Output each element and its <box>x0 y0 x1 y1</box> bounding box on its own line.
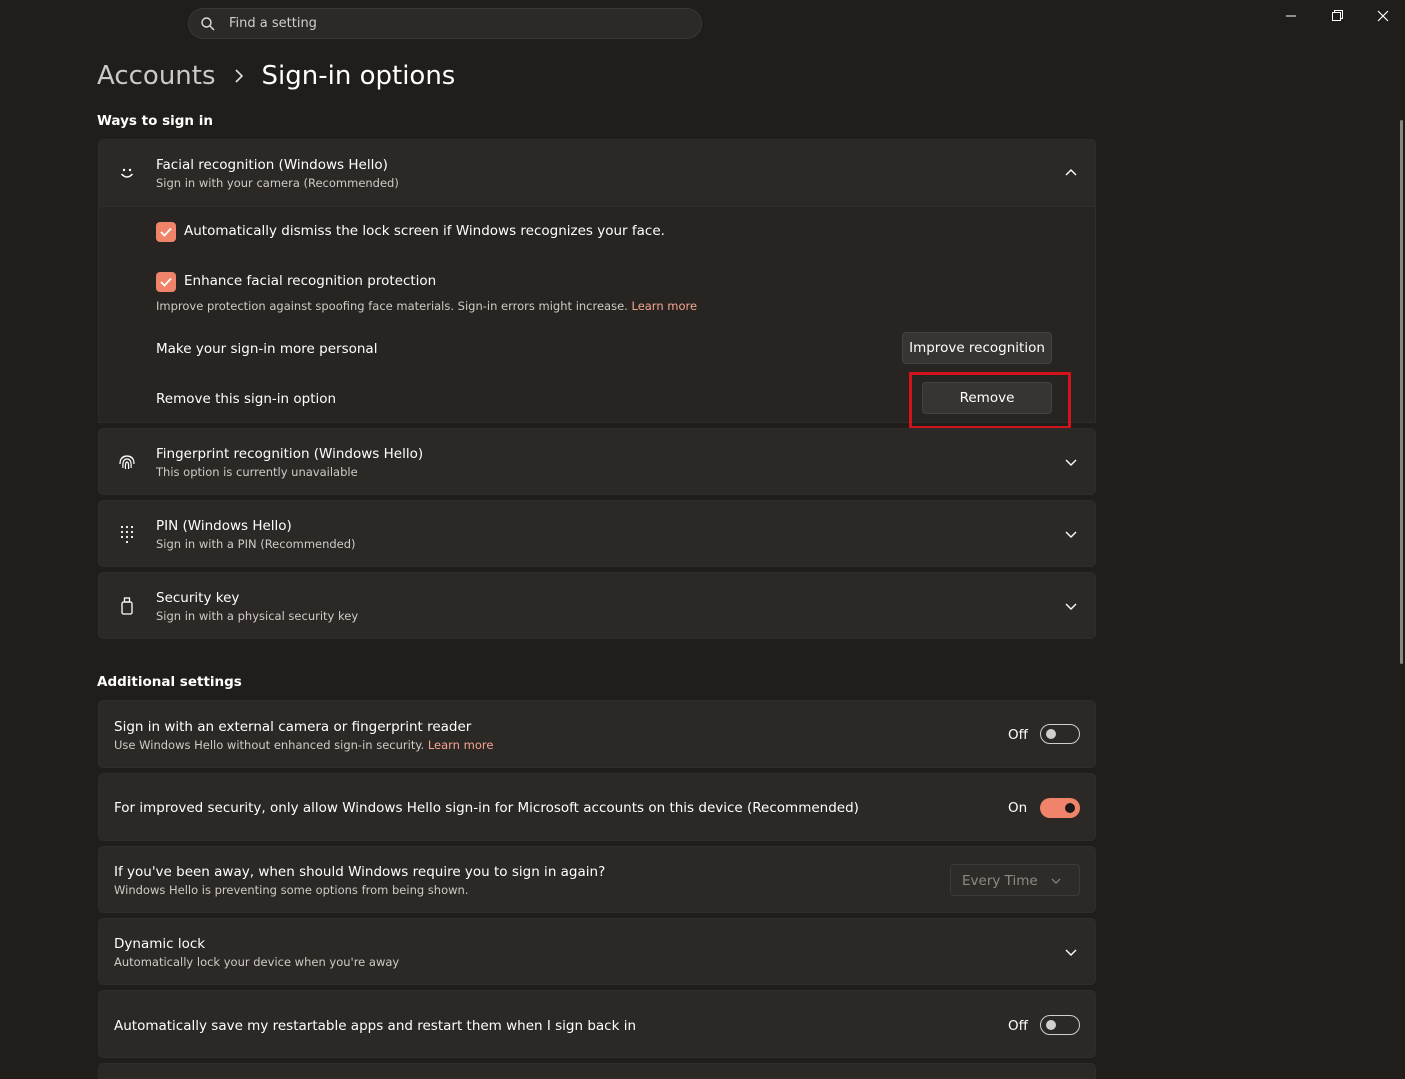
pin-title: PIN (Windows Hello) <box>156 518 292 534</box>
auto-dismiss-label: Automatically dismiss the lock screen if… <box>184 223 665 239</box>
hello-only-toggle[interactable] <box>1040 798 1080 818</box>
checkmark-icon <box>160 227 172 237</box>
enhance-protection-description: Improve protection against spoofing face… <box>156 299 697 313</box>
security-key-title: Security key <box>156 590 240 606</box>
smiley-face-icon <box>120 168 134 178</box>
remove-option-label: Remove this sign-in option <box>156 391 337 407</box>
toggle-state-label: On <box>1008 800 1028 816</box>
minimize-icon[interactable] <box>1280 8 1302 24</box>
personal-signin-label: Make your sign-in more personal <box>156 341 378 357</box>
learn-more-link[interactable]: Learn more <box>428 738 494 752</box>
ways-to-sign-in-heading: Ways to sign in <box>97 113 213 129</box>
require-signin-card: If you've been away, when should Windows… <box>98 846 1096 913</box>
close-icon[interactable] <box>1372 8 1394 24</box>
chevron-down-icon[interactable] <box>1063 454 1079 470</box>
dynamic-lock-subtitle: Automatically lock your device when you'… <box>114 955 400 969</box>
highlight-box <box>909 372 1071 429</box>
enhance-protection-desc-text: Improve protection against spoofing face… <box>156 299 628 313</box>
dynamic-lock-card[interactable]: Dynamic lock Automatically lock your dev… <box>98 918 1096 985</box>
scrollbar[interactable] <box>1400 120 1403 664</box>
keypad-icon <box>120 525 134 544</box>
toggle-state-label: Off <box>1008 1018 1028 1034</box>
enhance-protection-checkbox[interactable] <box>156 272 176 292</box>
security-key-subtitle: Sign in with a physical security key <box>156 609 359 623</box>
dropdown-value: Every Time <box>962 873 1038 889</box>
page-title: Sign-in options <box>261 61 456 91</box>
facial-recognition-subtitle: Sign in with your camera (Recommended) <box>156 176 399 190</box>
pin-subtitle: Sign in with a PIN (Recommended) <box>156 537 356 551</box>
checkmark-icon <box>160 277 172 287</box>
chevron-down-icon <box>1051 878 1061 884</box>
facial-recognition-header[interactable]: Facial recognition (Windows Hello) Sign … <box>98 139 1096 207</box>
require-signin-title: If you've been away, when should Windows… <box>114 864 606 880</box>
chevron-up-icon[interactable] <box>1063 165 1079 181</box>
search-box[interactable]: Find a setting <box>188 8 702 39</box>
search-icon <box>201 17 215 31</box>
external-camera-card: Sign in with an external camera or finge… <box>98 700 1096 768</box>
pin-card[interactable]: PIN (Windows Hello) Sign in with a PIN (… <box>98 500 1096 567</box>
learn-more-link[interactable]: Learn more <box>631 299 697 313</box>
fingerprint-title: Fingerprint recognition (Windows Hello) <box>156 446 424 462</box>
external-camera-toggle[interactable] <box>1040 724 1080 744</box>
external-camera-title: Sign in with an external camera or finge… <box>114 719 472 735</box>
dynamic-lock-title: Dynamic lock <box>114 936 206 952</box>
external-camera-subtitle: Use Windows Hello without enhanced sign-… <box>114 738 493 752</box>
hello-only-title: For improved security, only allow Window… <box>114 800 859 816</box>
search-input[interactable]: Find a setting <box>229 16 317 31</box>
restart-apps-card: Automatically save my restartable apps a… <box>98 990 1096 1058</box>
hello-only-card: For improved security, only allow Window… <box>98 773 1096 841</box>
restart-apps-title: Automatically save my restartable apps a… <box>114 1018 637 1034</box>
improve-recognition-button[interactable]: Improve recognition <box>902 332 1052 364</box>
external-camera-subtitle-text: Use Windows Hello without enhanced sign-… <box>114 738 425 752</box>
facial-recognition-title: Facial recognition (Windows Hello) <box>156 157 388 173</box>
chevron-right-icon <box>234 69 243 83</box>
restart-apps-toggle[interactable] <box>1040 1015 1080 1035</box>
chevron-down-icon[interactable] <box>1063 526 1079 542</box>
fingerprint-card[interactable]: Fingerprint recognition (Windows Hello) … <box>98 428 1096 495</box>
chevron-down-icon[interactable] <box>1063 598 1079 614</box>
require-signin-subtitle: Windows Hello is preventing some options… <box>114 883 469 897</box>
security-key-card[interactable]: Security key Sign in with a physical sec… <box>98 572 1096 639</box>
enhance-protection-label: Enhance facial recognition protection <box>184 273 437 289</box>
usb-key-icon <box>121 597 133 615</box>
fingerprint-icon <box>119 455 135 470</box>
fingerprint-subtitle: This option is currently unavailable <box>156 465 358 479</box>
next-setting-card <box>98 1063 1096 1079</box>
restore-icon[interactable] <box>1326 8 1348 24</box>
breadcrumb: Accounts Sign-in options <box>97 56 455 96</box>
chevron-down-icon[interactable] <box>1063 944 1079 960</box>
additional-settings-heading: Additional settings <box>97 674 242 690</box>
require-signin-dropdown[interactable]: Every Time <box>950 864 1080 896</box>
breadcrumb-accounts[interactable]: Accounts <box>97 61 216 91</box>
auto-dismiss-checkbox[interactable] <box>156 222 176 242</box>
toggle-state-label: Off <box>1008 727 1028 743</box>
